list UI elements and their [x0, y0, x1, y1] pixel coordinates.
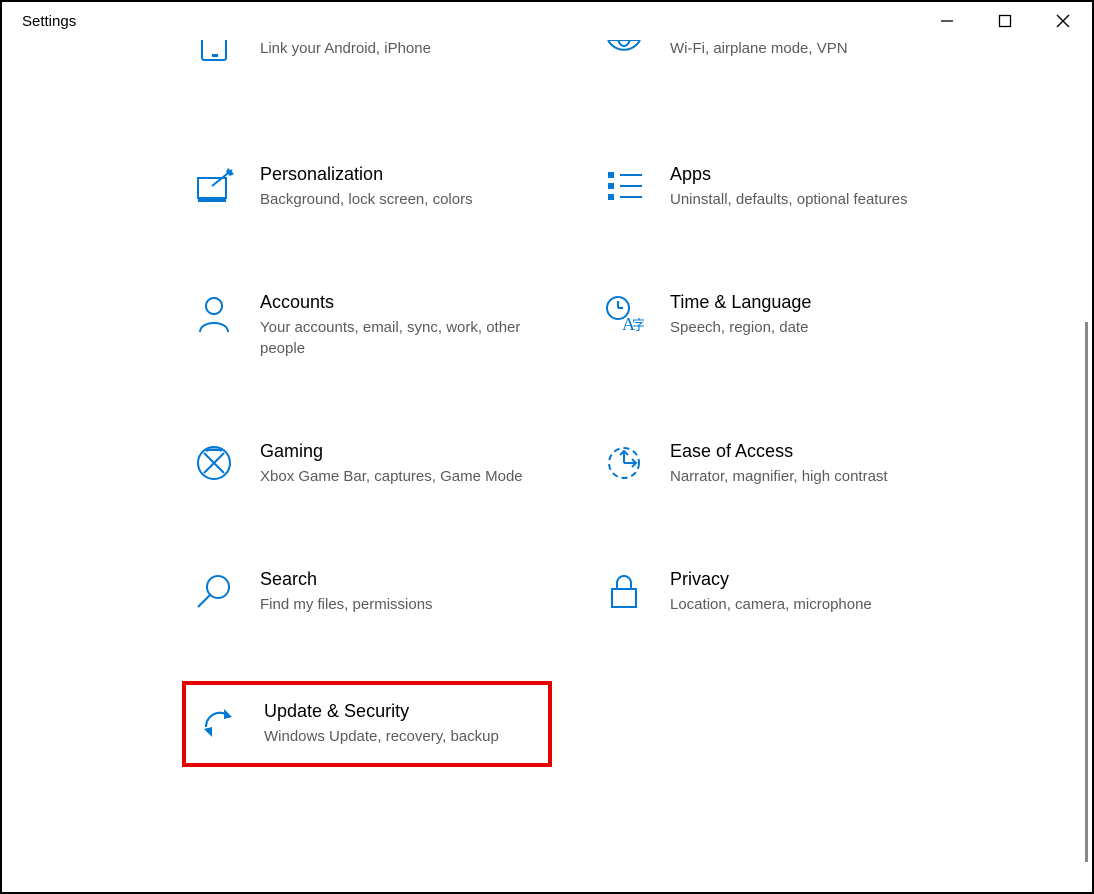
- category-desc: Xbox Game Bar, captures, Game Mode: [260, 466, 523, 487]
- category-desc: Background, lock screen, colors: [260, 189, 473, 210]
- window-controls: [918, 2, 1092, 40]
- category-desc: Find my files, permissions: [260, 594, 433, 615]
- globe-icon: [602, 40, 646, 70]
- category-network[interactable]: Wi-Fi, airplane mode, VPN: [592, 40, 962, 88]
- category-desc: Windows Update, recovery, backup: [264, 726, 499, 747]
- person-icon: [192, 292, 236, 336]
- category-update-security[interactable]: Update & Security Windows Update, recove…: [182, 681, 552, 767]
- category-desc: Speech, region, date: [670, 317, 811, 338]
- category-ease-of-access[interactable]: Ease of Access Narrator, magnifier, high…: [592, 425, 962, 503]
- category-title: Search: [260, 569, 433, 590]
- svg-text:字: 字: [632, 318, 644, 334]
- category-title: Update & Security: [264, 701, 499, 722]
- minimize-icon: [940, 14, 954, 28]
- category-title: Gaming: [260, 441, 523, 462]
- title-bar: Settings: [2, 2, 1092, 40]
- scrollbar[interactable]: [1085, 322, 1088, 862]
- category-desc: Link your Android, iPhone: [260, 40, 431, 57]
- close-icon: [1056, 14, 1070, 28]
- lock-icon: [602, 569, 646, 613]
- category-desc: Your accounts, email, sync, work, other …: [260, 317, 542, 359]
- category-time-language[interactable]: A字 Time & Language Speech, region, date: [592, 276, 962, 375]
- paintbrush-icon: [192, 164, 236, 208]
- category-title: Personalization: [260, 164, 473, 185]
- close-button[interactable]: [1034, 2, 1092, 40]
- category-desc: Narrator, magnifier, high contrast: [670, 466, 888, 487]
- window-title: Settings: [22, 13, 76, 30]
- category-desc: Uninstall, defaults, optional features: [670, 189, 908, 210]
- settings-grid: Link your Android, iPhone Wi-Fi, airplan…: [2, 40, 1092, 817]
- category-title: Accounts: [260, 292, 542, 313]
- category-title: Privacy: [670, 569, 872, 590]
- update-icon: [196, 701, 240, 745]
- category-privacy[interactable]: Privacy Location, camera, microphone: [592, 553, 962, 631]
- maximize-icon: [998, 14, 1012, 28]
- xbox-icon: [192, 441, 236, 485]
- time-language-icon: A字: [602, 292, 646, 336]
- category-title: Time & Language: [670, 292, 811, 313]
- category-accounts[interactable]: Accounts Your accounts, email, sync, wor…: [182, 276, 552, 375]
- minimize-button[interactable]: [918, 2, 976, 40]
- maximize-button[interactable]: [976, 2, 1034, 40]
- category-personalization[interactable]: Personalization Background, lock screen,…: [182, 148, 552, 226]
- category-desc: Wi-Fi, airplane mode, VPN: [670, 40, 848, 57]
- phone-icon: [192, 40, 236, 70]
- category-search[interactable]: Search Find my files, permissions: [182, 553, 552, 631]
- category-desc: Location, camera, microphone: [670, 594, 872, 615]
- category-title: Ease of Access: [670, 441, 888, 462]
- category-title: Apps: [670, 164, 908, 185]
- ease-of-access-icon: [602, 441, 646, 485]
- apps-list-icon: [602, 164, 646, 208]
- category-phone[interactable]: Link your Android, iPhone: [182, 40, 552, 88]
- category-apps[interactable]: Apps Uninstall, defaults, optional featu…: [592, 148, 962, 226]
- search-icon: [192, 569, 236, 613]
- category-gaming[interactable]: Gaming Xbox Game Bar, captures, Game Mod…: [182, 425, 552, 503]
